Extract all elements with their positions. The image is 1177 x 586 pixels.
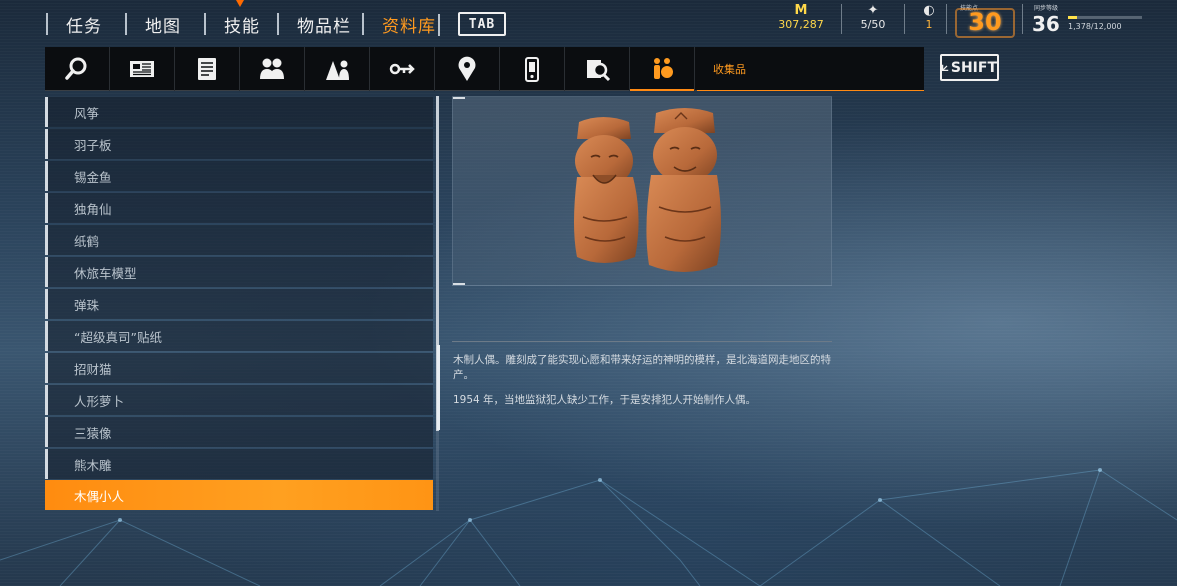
category-people[interactable] (240, 47, 304, 91)
shift-key-label: SHIFT (950, 59, 997, 76)
token-icon: ◐ (923, 3, 935, 18)
xp-progress-fill (1068, 16, 1077, 19)
description-scroll-indicator (437, 345, 440, 430)
skill-points-value: 30 (955, 8, 1015, 38)
tab-key-hint[interactable]: TAB (438, 12, 506, 36)
database-category-bar: 收集品 (45, 47, 924, 91)
description-paragraph: 木制人偶。雕刻成了能实现心愿和带来好运的神明的模样，是北海道网走地区的特产。 (453, 354, 831, 381)
category-search[interactable] (45, 47, 109, 91)
list-item[interactable]: 羽子板 (45, 129, 433, 159)
list-item[interactable]: 招财猫 (45, 353, 433, 383)
item-description: 木制人偶。雕刻成了能实现心愿和带来好运的神明的模样，是北海道网走地区的特产。 1… (453, 353, 833, 418)
list-item[interactable]: 三猿像 (45, 417, 433, 447)
hud-divider (904, 4, 905, 34)
tab-missions[interactable]: 任务 (46, 12, 102, 37)
arrow-up-icon: ✦ (867, 3, 879, 18)
tab-map[interactable]: 地图 (125, 12, 181, 37)
corner-arrow-icon (942, 64, 949, 71)
item-image (452, 96, 832, 286)
top-navigation: 任务 地图 技能 物品栏 资料库 TAB M 307,287 ✦ 5/50 ◐ … (0, 0, 1177, 46)
frame-corner (453, 97, 465, 99)
person-group-icon (326, 60, 349, 80)
list-item[interactable]: 熊木雕 (45, 449, 433, 479)
list-item[interactable]: “超级真司”贴纸 (45, 321, 433, 351)
list-item[interactable]: 纸鹤 (45, 225, 433, 255)
tab-database[interactable]: 资料库 (362, 12, 436, 37)
document-icon (198, 58, 216, 80)
tab-inventory[interactable]: 物品栏 (277, 12, 351, 37)
category-selected-label: 收集品 (713, 63, 746, 76)
token-value: 1 (925, 18, 933, 31)
sync-level-label: 同步等级 (1034, 5, 1059, 12)
key-icon (389, 63, 415, 75)
tab-marker-icon (236, 0, 244, 7)
list-item-selected[interactable]: 木偶小人 (45, 480, 433, 510)
news-icon (130, 61, 154, 77)
category-divider (694, 47, 695, 91)
shift-key-hint[interactable]: SHIFT (940, 54, 999, 81)
location-pin-icon (458, 56, 476, 81)
xp-progress-bar (1068, 16, 1142, 19)
token-counter: ◐ 1 (918, 3, 940, 32)
list-item[interactable]: 锡金鱼 (45, 161, 433, 191)
collectibles-value: 5/50 (860, 18, 886, 31)
list-item[interactable]: 独角仙 (45, 193, 433, 223)
hud-divider (841, 4, 842, 34)
category-news[interactable] (110, 47, 174, 91)
phone-icon (525, 57, 539, 82)
list-item[interactable]: 风筝 (45, 97, 433, 127)
collectibles-counter: ✦ 5/50 (856, 3, 890, 32)
search-icon (65, 57, 87, 80)
collectibles-icon (654, 58, 673, 79)
money-value: 307,287 (778, 18, 824, 31)
category-phone[interactable] (500, 47, 564, 91)
category-groups[interactable] (305, 47, 369, 91)
sync-level-value: 36 (1032, 12, 1060, 36)
list-item[interactable]: 休旅车模型 (45, 257, 433, 287)
hud-divider (1022, 4, 1023, 34)
description-divider (452, 341, 832, 342)
list-item[interactable]: 弹珠 (45, 289, 433, 319)
category-keys[interactable] (370, 47, 434, 91)
hud-divider (946, 4, 947, 34)
collectibles-list: 风筝 羽子板 锡金鱼 独角仙 纸鹤 休旅车模型 弹珠 “超级真司”贴纸 招财猫 … (45, 96, 440, 511)
category-documents[interactable] (175, 47, 239, 91)
frame-corner (453, 283, 465, 285)
category-locations[interactable] (435, 47, 499, 91)
list-item[interactable]: 人形萝卜 (45, 385, 433, 415)
money-icon: M (794, 3, 808, 18)
wooden-dolls-illustration (574, 108, 721, 272)
profile-search-icon (587, 60, 611, 82)
money-display: M 307,287 (775, 3, 827, 32)
category-label-underline (697, 90, 924, 91)
category-profiles[interactable] (565, 47, 629, 91)
people-icon (260, 58, 284, 79)
category-collectibles[interactable] (630, 47, 694, 91)
xp-progress-text: 1,378/12,000 (1068, 22, 1122, 31)
description-paragraph: 1954 年，当地监狱犯人缺少工作，于是安排犯人开始制作人偶。 (453, 394, 757, 406)
tab-skills[interactable]: 技能 (204, 12, 260, 37)
